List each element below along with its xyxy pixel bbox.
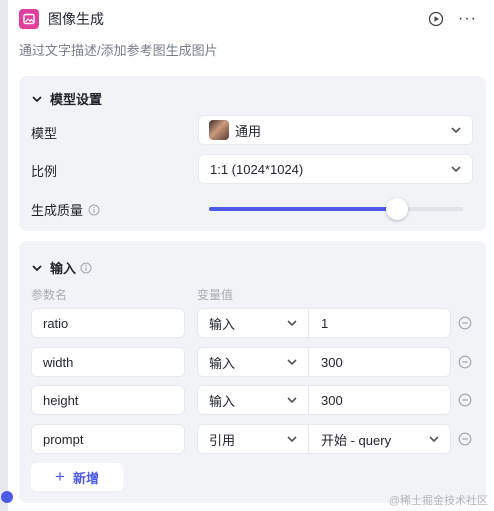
model-avatar (209, 120, 229, 140)
image-generate-icon (19, 9, 39, 29)
param-type-value: 输入 (209, 355, 236, 371)
column-header-value: 变量值 (197, 288, 234, 302)
param-reference-value: 开始 - query (321, 432, 392, 448)
quality-slider[interactable] (209, 198, 463, 220)
param-reference-select[interactable]: 开始 - query (309, 424, 451, 454)
param-type-select[interactable]: 输入 (197, 385, 309, 415)
run-icon[interactable] (428, 11, 444, 27)
param-name-field[interactable]: width (31, 347, 185, 377)
column-header-name: 参数名 (31, 288, 68, 302)
model-settings-header[interactable]: 模型设置 (31, 89, 102, 108)
param-value-field[interactable]: 300 (309, 385, 451, 415)
param-name-field[interactable]: height (31, 385, 185, 415)
param-value-field[interactable]: 300 (309, 347, 451, 377)
chevron-down-icon (429, 436, 439, 443)
info-icon[interactable] (80, 262, 92, 274)
ratio-label: 比例 (31, 164, 58, 179)
quality-slider-thumb[interactable] (385, 198, 408, 220)
param-name-field[interactable]: ratio (31, 308, 185, 338)
quality-slider-fill (209, 207, 397, 211)
model-value: 通用 (235, 123, 262, 139)
node-title: 图像生成 (48, 11, 104, 27)
quality-label: 生成质量 (31, 203, 84, 218)
node-description: 通过文字描述/添加参考图生成图片 (19, 43, 218, 58)
remove-icon[interactable] (458, 316, 472, 330)
inputs-title: 输入 (50, 261, 77, 276)
node-header: 图像生成 ··· (19, 8, 489, 30)
ratio-value: 1:1 (1024*1024) (210, 161, 304, 177)
chevron-down-icon (287, 436, 297, 443)
chevron-down-icon (287, 320, 297, 327)
add-input-label: 新增 (72, 470, 99, 486)
param-type-value: 输入 (209, 393, 236, 409)
chevron-down-icon (287, 397, 297, 404)
param-type-select[interactable]: 输入 (197, 347, 309, 377)
add-input-button[interactable]: + 新增 (31, 463, 123, 491)
param-type-select[interactable]: 引用 (197, 424, 309, 454)
param-type-value: 输入 (209, 316, 236, 332)
plus-icon: + (55, 467, 65, 486)
remove-icon[interactable] (458, 393, 472, 407)
model-settings-title: 模型设置 (50, 92, 103, 107)
chevron-down-icon (287, 359, 297, 366)
ratio-select[interactable]: 1:1 (1024*1024) (198, 154, 473, 184)
quality-label-row: 生成质量 (31, 200, 100, 219)
chevron-down-icon (451, 166, 461, 173)
param-type-value: 引用 (209, 432, 236, 448)
inputs-panel: 输入 参数名 变量值 ratio 输入 1 width 输入 300 heigh… (19, 241, 486, 503)
remove-icon[interactable] (458, 355, 472, 369)
model-label: 模型 (31, 126, 58, 141)
model-settings-panel: 模型设置 模型 通用 比例 1:1 (1024*1024) 生成质量 (19, 76, 486, 231)
node-left-border (0, 0, 8, 511)
chevron-down-icon (32, 95, 42, 102)
info-icon[interactable] (88, 204, 100, 216)
model-select[interactable]: 通用 (198, 115, 473, 145)
connection-handle[interactable] (1, 491, 13, 503)
chevron-down-icon (451, 127, 461, 134)
remove-icon[interactable] (458, 432, 472, 446)
param-type-select[interactable]: 输入 (197, 308, 309, 338)
chevron-down-icon (32, 264, 42, 271)
more-icon[interactable]: ··· (458, 11, 477, 27)
param-name-field[interactable]: prompt (31, 424, 185, 454)
inputs-header[interactable]: 输入 (31, 258, 92, 277)
watermark: @稀土掘金技术社区 (388, 495, 488, 507)
param-value-field[interactable]: 1 (309, 308, 451, 338)
